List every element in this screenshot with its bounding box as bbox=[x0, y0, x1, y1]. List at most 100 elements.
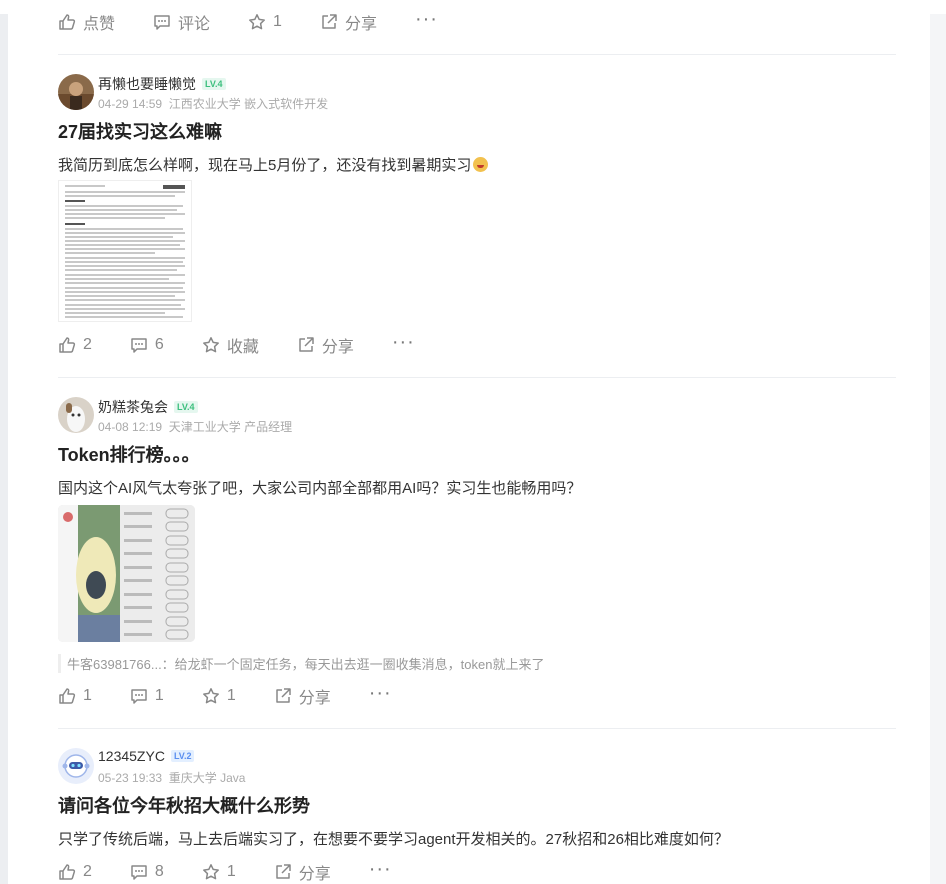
more-button[interactable]: ··· bbox=[369, 683, 392, 703]
more-dots-icon: ··· bbox=[391, 331, 415, 353]
star-icon bbox=[202, 864, 219, 880]
like-button[interactable]: 点赞 bbox=[58, 10, 115, 34]
level-badge: LV.4 bbox=[202, 78, 226, 90]
post-2[interactable]: 奶糕茶兔会 LV.4 04-08 12:19 天津工业大学 产品经理 Token… bbox=[58, 397, 898, 498]
avatar[interactable] bbox=[58, 748, 94, 784]
comment-button[interactable]: 6 bbox=[130, 336, 164, 354]
share-label: 分享 bbox=[298, 690, 331, 707]
divider bbox=[58, 377, 896, 378]
star-count: 1 bbox=[226, 863, 236, 880]
author-school-role: 重庆大学 Java bbox=[168, 771, 246, 785]
thumbs-up-icon bbox=[59, 864, 76, 880]
more-dots-icon: ··· bbox=[368, 858, 392, 880]
comment-count: 6 bbox=[154, 336, 164, 353]
author-name[interactable]: 再懒也要睡懒觉 bbox=[98, 74, 196, 94]
star-button[interactable]: 1 bbox=[248, 13, 282, 31]
like-count: 点赞 bbox=[83, 16, 116, 33]
thumbs-up-icon bbox=[59, 337, 76, 353]
share-label: 分享 bbox=[344, 16, 377, 33]
post-meta: 04-29 14:59 江西农业大学 嵌入式软件开发 bbox=[98, 95, 328, 112]
post-meta: 04-08 12:19 天津工业大学 产品经理 bbox=[98, 418, 292, 435]
comment-icon bbox=[131, 689, 147, 704]
divider bbox=[58, 54, 896, 55]
star-button[interactable]: 1 bbox=[202, 687, 236, 705]
more-dots-icon: ··· bbox=[368, 682, 392, 704]
star-icon bbox=[202, 688, 219, 704]
level-badge: LV.4 bbox=[174, 401, 198, 413]
token-ranking-screenshot[interactable] bbox=[58, 505, 195, 642]
share-button[interactable]: 分享 bbox=[320, 10, 377, 34]
author-name-row: 12345ZYC LV.2 bbox=[98, 748, 195, 764]
post-2-actions: 1 1 1 分享 ··· bbox=[58, 683, 430, 708]
comment-icon bbox=[154, 15, 170, 30]
level-badge: LV.2 bbox=[170, 750, 195, 762]
post-1-actions: 2 6 收藏 分享 ··· bbox=[58, 332, 453, 357]
post-title[interactable]: 27届找实习这么难嘛 bbox=[58, 118, 898, 144]
post-date: 04-08 12:19 bbox=[98, 420, 163, 434]
comment-count: 评论 bbox=[178, 16, 211, 33]
post-3[interactable]: 12345ZYC LV.2 05-23 19:33 重庆大学 Java 请问各位… bbox=[58, 748, 898, 849]
comment-icon bbox=[131, 865, 147, 880]
comment-button[interactable]: 评论 bbox=[153, 10, 210, 34]
share-button[interactable]: 分享 bbox=[274, 860, 331, 884]
more-button[interactable]: ··· bbox=[392, 332, 415, 352]
like-button[interactable]: 2 bbox=[58, 863, 92, 881]
share-icon bbox=[299, 337, 314, 352]
post-3-actions: 2 8 1 分享 ··· bbox=[58, 859, 430, 884]
star-button[interactable]: 1 bbox=[202, 863, 236, 881]
author-row: 12345ZYC LV.2 05-23 19:33 重庆大学 Java bbox=[58, 748, 898, 788]
like-button[interactable]: 1 bbox=[58, 687, 92, 705]
share-icon bbox=[275, 688, 291, 703]
post-title[interactable]: Token排行榜。。。 bbox=[58, 441, 898, 467]
share-icon bbox=[322, 14, 337, 29]
post-body: 只学了传统后端，马上去后端实习了，在想要不要学习agent开发相关的。27秋招和… bbox=[58, 831, 729, 848]
feed-card: 点赞 评论 1 分享 ··· 再懒也要睡懒觉 LV.4 04-29 14:59 … bbox=[8, 0, 930, 884]
comment-icon bbox=[131, 338, 147, 353]
star-icon bbox=[202, 337, 219, 353]
divider bbox=[58, 728, 896, 729]
more-button[interactable]: ··· bbox=[415, 9, 438, 29]
author-name[interactable]: 奶糕茶兔会 bbox=[98, 397, 168, 417]
avatar[interactable] bbox=[58, 397, 94, 433]
star-count: 1 bbox=[273, 13, 282, 30]
like-count: 2 bbox=[83, 863, 92, 880]
share-icon bbox=[275, 864, 291, 879]
post-date: 05-23 19:33 bbox=[98, 771, 163, 785]
resume-image-thumbnail[interactable] bbox=[58, 180, 192, 322]
share-label: 分享 bbox=[298, 866, 331, 883]
author-name-row: 再懒也要睡懒觉 LV.4 bbox=[98, 74, 226, 94]
post-date: 04-29 14:59 bbox=[98, 97, 163, 111]
star-icon bbox=[249, 14, 265, 30]
comment-button[interactable]: 8 bbox=[130, 863, 164, 881]
like-count: 1 bbox=[83, 687, 92, 704]
favorite-button[interactable]: 收藏 bbox=[202, 333, 259, 357]
post-0-actions: 点赞 评论 1 分享 ··· bbox=[58, 9, 476, 34]
share-button[interactable]: 分享 bbox=[297, 333, 354, 357]
post-1[interactable]: 再懒也要睡懒觉 LV.4 04-29 14:59 江西农业大学 嵌入式软件开发 … bbox=[58, 74, 898, 175]
more-dots-icon: ··· bbox=[414, 8, 438, 30]
post-title[interactable]: 请问各位今年秋招大概什么形势 bbox=[58, 792, 898, 818]
author-school-role: 天津工业大学 产品经理 bbox=[168, 420, 293, 434]
star-count: 1 bbox=[226, 687, 236, 704]
more-button[interactable]: ··· bbox=[369, 859, 392, 879]
author-row: 奶糕茶兔会 LV.4 04-08 12:19 天津工业大学 产品经理 bbox=[58, 397, 898, 437]
post-meta: 05-23 19:33 重庆大学 Java bbox=[98, 769, 245, 786]
author-name-row: 奶糕茶兔会 LV.4 bbox=[98, 397, 198, 417]
comment-button[interactable]: 1 bbox=[130, 687, 164, 705]
comment-count: 1 bbox=[154, 687, 164, 704]
worried-emoji-icon bbox=[473, 157, 489, 172]
post-body: 国内这个AI风气太夸张了吧，大家公司内部全部都用AI吗？实习生也能畅用吗？ bbox=[58, 480, 582, 497]
author-school-role: 江西农业大学 嵌入式软件开发 bbox=[168, 97, 329, 111]
comment-preview[interactable]: 牛客63981766...：给龙虾一个固定任务，每天出去逛一圈收集消息，toke… bbox=[58, 654, 544, 673]
share-label: 分享 bbox=[321, 339, 354, 356]
left-gutter bbox=[0, 0, 8, 884]
share-button[interactable]: 分享 bbox=[274, 684, 331, 708]
author-name[interactable]: 12345ZYC bbox=[98, 748, 165, 764]
like-count: 2 bbox=[83, 336, 92, 353]
like-button[interactable]: 2 bbox=[58, 336, 92, 354]
favorite-label: 收藏 bbox=[226, 339, 259, 356]
author-row: 再懒也要睡懒觉 LV.4 04-29 14:59 江西农业大学 嵌入式软件开发 bbox=[58, 74, 898, 114]
thumbs-up-icon bbox=[59, 14, 76, 30]
post-body: 我简历到底怎么样啊，现在马上5月份了，还没有找到暑期实习 bbox=[58, 154, 898, 175]
avatar[interactable] bbox=[58, 74, 94, 110]
